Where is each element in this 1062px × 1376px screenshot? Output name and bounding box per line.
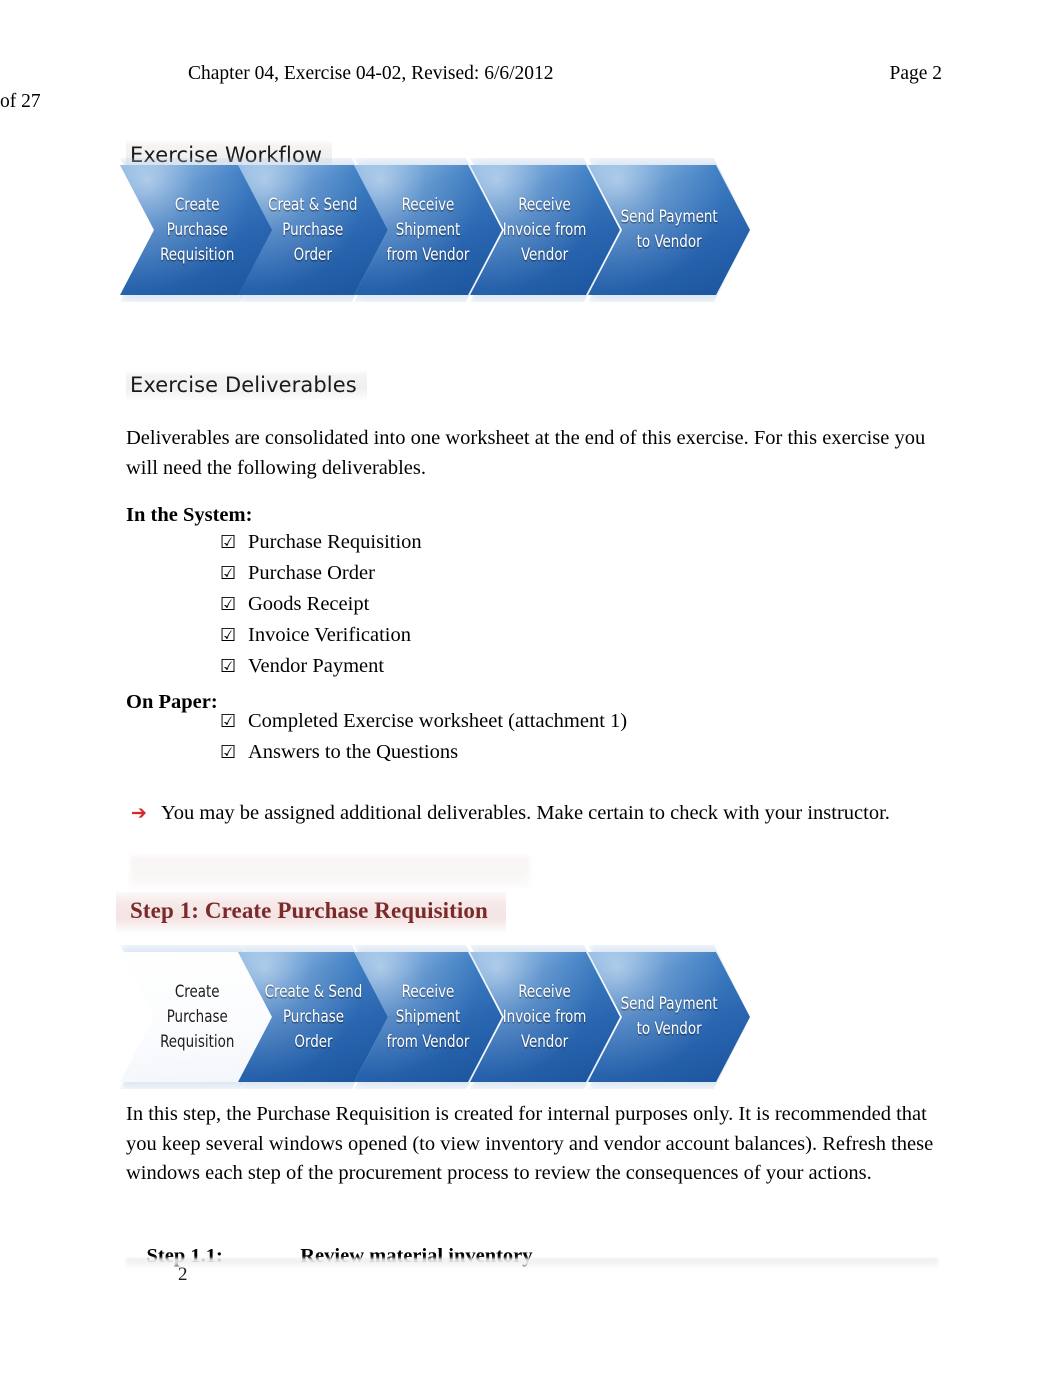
checkbox-checked-icon: ☑ [220, 625, 237, 646]
step1-banner-title: Step 1: Create Purchase Requisition [116, 892, 506, 932]
header-page-label: Page 2 [889, 63, 942, 84]
checkbox-checked-icon: ☑ [220, 656, 237, 677]
workflow-top-chevron-4-label: Receive Invoice from Vendor [503, 194, 587, 265]
checkbox-checked-icon: ☑ [220, 742, 237, 763]
workflow-step1-chevron-2-label: Create & Send Purchase Order [264, 981, 362, 1052]
checkbox-checked-icon: ☑ [220, 563, 237, 584]
on-paper-item-label: Completed Exercise worksheet (attachment… [248, 710, 628, 732]
in-the-system-item-label: Purchase Order [248, 562, 375, 584]
in-the-system-item-label: Vendor Payment [248, 655, 385, 677]
list-item: ☑ Completed Exercise worksheet (attachmen… [220, 710, 627, 741]
footer-page-number: 2 [178, 1264, 188, 1285]
workflow-step1-chevron-3-label: Receive Shipment from Vendor [386, 981, 470, 1052]
checkbox-checked-icon: ☑ [220, 594, 237, 615]
workflow-top-chevron-5-label: Send Payment to Vendor [620, 207, 718, 252]
on-paper-checklist: ☑ Completed Exercise worksheet (attachmen… [220, 710, 627, 772]
on-paper-label: On Paper: [126, 691, 218, 713]
in-the-system-item-label: Purchase Requisition [248, 531, 422, 553]
header-chapter-text: Chapter 04, Exercise 04-02, Revised: 6/6… [188, 63, 554, 84]
workflow-step1-chevron-1-label: Create Purchase Requisition [160, 981, 235, 1052]
additional-deliverables-note-text: You may be assigned additional deliverab… [161, 802, 890, 824]
workflow-diagram-step1: Create Purchase Requisition Create & Send… [120, 952, 910, 1092]
in-the-system-item-label: Invoice Verification [248, 624, 411, 646]
footer-divider [126, 1258, 938, 1269]
workflow-top-chevron-2-label: Creat & Send Purchase Order [268, 194, 358, 265]
workflow-step1-chevron-5-label: Send Payment to Vendor [620, 994, 718, 1039]
in-the-system-checklist: ☑ Purchase Requisition ☑ Purchase Order ☑ Goo… [220, 531, 422, 686]
list-item: ☑ Vendor Payment [220, 655, 422, 686]
step1-paragraph: In this step, the Purchase Requisition i… [126, 1103, 934, 1184]
workflow-top-chevron-1-label: Create Purchase Requisition [160, 194, 235, 265]
list-item: ☑ Purchase Requisition [220, 531, 422, 562]
list-item: ☑ Invoice Verification [220, 624, 422, 655]
document-page: Chapter 04, Exercise 04-02, Revised: 6/6… [0, 0, 1062, 1376]
workflow-step1-chevron-4-label: Receive Invoice from Vendor [503, 981, 587, 1052]
right-arrow-icon: ➔ [131, 802, 147, 824]
on-paper-item-label: Answers to the Questions [248, 741, 459, 763]
workflow-top-chevron-3-label: Receive Shipment from Vendor [386, 194, 470, 265]
header-row: Chapter 04, Exercise 04-02, Revised: 6/6… [0, 60, 942, 112]
list-item: ☑ Answers to the Questions [220, 741, 627, 772]
workflow-diagram-top: Create Purchase Requisition Creat & Send … [120, 165, 910, 305]
in-the-system-label: In the System: [126, 504, 253, 526]
step1-banner-highlight [130, 856, 530, 890]
checkbox-checked-icon: ☑ [220, 532, 237, 553]
exercise-deliverables-heading: Exercise Deliverables [126, 370, 367, 401]
deliverables-intro-paragraph: Deliverables are consolidated into one w… [126, 427, 926, 479]
header-page-total: of 27 [0, 91, 41, 112]
checkbox-checked-icon: ☑ [220, 711, 237, 732]
additional-deliverables-note: ➔ You may be assigned additional deliver… [131, 802, 931, 825]
list-item: ☑ Purchase Order [220, 562, 422, 593]
document-header: Chapter 04, Exercise 04-02, Revised: 6/6… [0, 60, 942, 112]
list-item: ☑ Goods Receipt [220, 593, 422, 624]
in-the-system-item-label: Goods Receipt [248, 593, 370, 615]
